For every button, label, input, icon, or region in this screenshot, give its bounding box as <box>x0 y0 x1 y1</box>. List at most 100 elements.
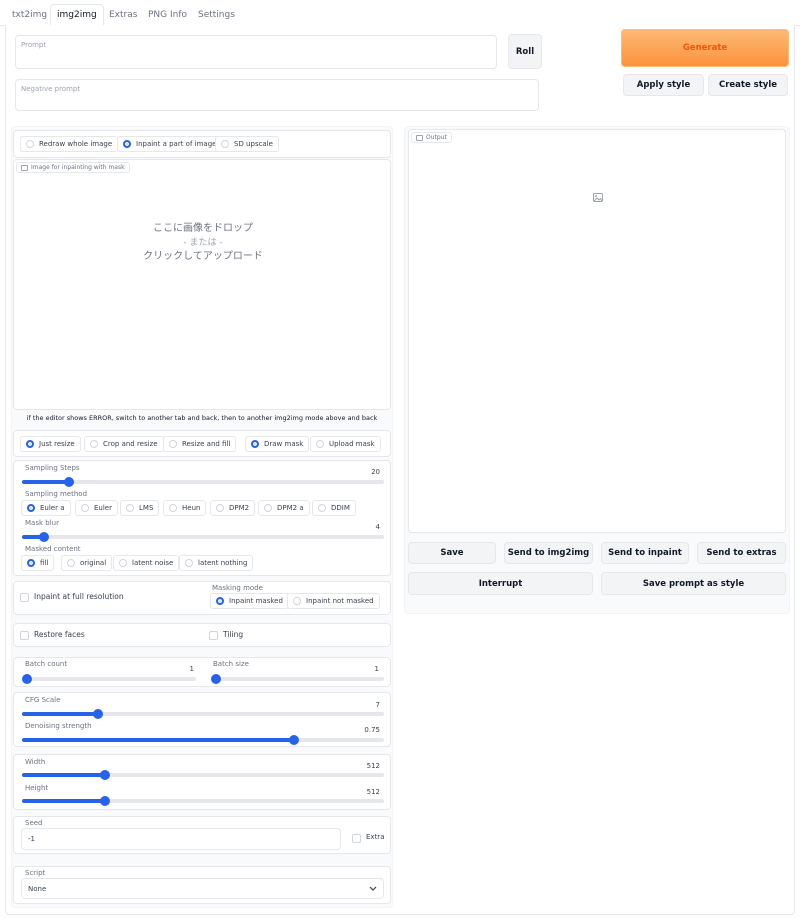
tab-txt2img[interactable]: txt2img <box>6 6 53 26</box>
inpaint-not-masked-radio[interactable]: Inpaint not masked <box>287 593 380 609</box>
batch-size-slider[interactable] <box>211 674 384 684</box>
radio-dot <box>26 140 34 148</box>
sampling-method-label: Sampling method <box>25 490 88 498</box>
slider-thumb[interactable] <box>22 674 32 684</box>
tab-extras[interactable]: Extras <box>103 6 143 26</box>
inpaint-full-res-checkbox[interactable] <box>20 593 29 602</box>
roll-button[interactable]: Roll <box>508 34 542 69</box>
upload-text: クリックしてアップロード <box>143 251 263 262</box>
image-upload-dropzone[interactable]: Image for inpainting with mask ここに画像をドロッ… <box>13 159 391 410</box>
sampling-steps-slider[interactable] <box>22 477 384 487</box>
mode-redraw-radio[interactable]: Redraw whole image <box>20 136 119 152</box>
tab-settings[interactable]: Settings <box>192 6 241 26</box>
sampler-heun-radio[interactable]: Heun <box>163 500 207 516</box>
masked-fill-radio[interactable]: fill <box>21 555 55 571</box>
send-to-inpaint-button[interactable]: Send to inpaint <box>601 542 689 564</box>
radio-label: original <box>80 559 107 567</box>
denoising-value[interactable]: 0.75 <box>344 726 380 734</box>
tiling-checkbox[interactable] <box>209 631 218 640</box>
apply-style-button[interactable]: Apply style <box>623 74 704 96</box>
resize-crop-radio[interactable]: Crop and resize <box>84 436 164 452</box>
dimensions-panel: Width 512 Height 512 <box>13 754 391 810</box>
sampler-dpm2-radio[interactable]: DPM2 <box>210 500 256 516</box>
slider-fill <box>22 712 98 716</box>
slider-fill <box>22 799 105 803</box>
batch-size-value[interactable]: 1 <box>359 665 379 673</box>
seed-label: Seed <box>25 819 43 827</box>
radio-label: fill <box>40 559 49 567</box>
mask-blur-label: Mask blur <box>25 519 59 527</box>
masked-original-radio[interactable]: original <box>61 555 113 571</box>
radio-dot <box>316 440 324 448</box>
send-to-extras-button[interactable]: Send to extras <box>697 542 786 564</box>
slider-thumb[interactable] <box>289 735 299 745</box>
mode-radio-group: Redraw whole image Inpaint a part of ima… <box>13 130 391 158</box>
slider-thumb[interactable] <box>39 532 49 542</box>
sampler-euler-a-radio[interactable]: Euler a <box>21 500 71 516</box>
editor-hint: if the editor shows ERROR, switch to ano… <box>26 414 378 422</box>
negative-prompt-input[interactable]: Negative prompt <box>15 79 539 111</box>
cfg-scale-slider[interactable] <box>22 709 384 719</box>
resize-just-radio[interactable]: Just resize <box>20 436 81 452</box>
radio-dot <box>169 504 177 512</box>
radio-label: Inpaint a part of image <box>136 140 217 148</box>
restore-faces-checkbox[interactable] <box>20 631 29 640</box>
output-gallery[interactable]: Output <box>408 129 786 533</box>
cfg-scale-value[interactable]: 7 <box>344 701 380 709</box>
generate-button[interactable]: Generate <box>621 29 789 67</box>
batch-count-label: Batch count <box>25 660 68 668</box>
mask-upload-radio[interactable]: Upload mask <box>310 436 381 452</box>
slider-fill <box>22 738 294 742</box>
slider-thumb[interactable] <box>211 674 221 684</box>
mask-blur-slider[interactable] <box>22 532 384 542</box>
masked-latent-noise-radio[interactable]: latent noise <box>113 555 180 571</box>
mode-inpaint-radio[interactable]: Inpaint a part of image <box>117 136 223 152</box>
batch-count-slider[interactable] <box>22 674 196 684</box>
mode-sd-upscale-radio[interactable]: SD upscale <box>215 136 279 152</box>
masked-latent-nothing-radio[interactable]: latent nothing <box>179 555 254 571</box>
save-prompt-as-style-button[interactable]: Save prompt as style <box>601 572 786 595</box>
denoising-slider[interactable] <box>22 735 384 745</box>
create-style-button[interactable]: Create style <box>708 74 788 96</box>
script-select[interactable]: None <box>21 878 384 899</box>
sampling-steps-value[interactable]: 20 <box>344 468 380 476</box>
sampler-ddim-radio[interactable]: DDIM <box>312 500 356 516</box>
slider-fill <box>22 773 105 777</box>
sampler-lms-radio[interactable]: LMS <box>120 500 160 516</box>
batch-panel: Batch count 1 Batch size 1 <box>13 657 391 687</box>
sampler-dpm2-a-radio[interactable]: DPM2 a <box>258 500 310 516</box>
radio-label: Draw mask <box>264 440 304 448</box>
slider-thumb[interactable] <box>100 796 110 806</box>
radio-dot <box>169 440 177 448</box>
batch-count-value[interactable]: 1 <box>174 665 194 673</box>
cfg-scale-label: CFG Scale <box>25 696 61 704</box>
restore-tiling-panel: Restore faces Tiling <box>13 623 391 647</box>
resize-fill-radio[interactable]: Resize and fill <box>163 436 237 452</box>
mask-blur-value[interactable]: 4 <box>344 523 380 531</box>
mask-draw-radio[interactable]: Draw mask <box>245 436 310 452</box>
interrupt-button[interactable]: Interrupt <box>408 572 593 595</box>
image-icon <box>21 164 28 171</box>
inpaint-full-res-label: Inpaint at full resolution <box>34 592 124 601</box>
batch-size-label: Batch size <box>213 660 249 668</box>
height-slider[interactable] <box>22 796 384 806</box>
slider-thumb[interactable] <box>64 477 74 487</box>
save-button[interactable]: Save <box>408 542 496 564</box>
inpaint-masked-radio[interactable]: Inpaint masked <box>210 593 289 609</box>
seed-extra-checkbox[interactable] <box>352 834 361 843</box>
send-to-img2img-button[interactable]: Send to img2img <box>504 542 593 564</box>
prompt-placeholder: Prompt <box>21 41 47 49</box>
prompt-input[interactable]: Prompt <box>15 35 497 69</box>
tab-png-info[interactable]: PNG Info <box>142 6 193 26</box>
width-slider[interactable] <box>22 770 384 780</box>
width-value[interactable]: 512 <box>344 762 380 770</box>
radio-label: DDIM <box>331 504 350 512</box>
tab-img2img[interactable]: img2img <box>50 4 104 27</box>
radio-dot <box>123 140 131 148</box>
seed-input[interactable]: -1 <box>21 828 341 850</box>
radio-dot <box>67 559 75 567</box>
height-value[interactable]: 512 <box>344 788 380 796</box>
slider-thumb[interactable] <box>93 709 103 719</box>
sampler-euler-radio[interactable]: Euler <box>75 500 118 516</box>
slider-thumb[interactable] <box>100 770 110 780</box>
